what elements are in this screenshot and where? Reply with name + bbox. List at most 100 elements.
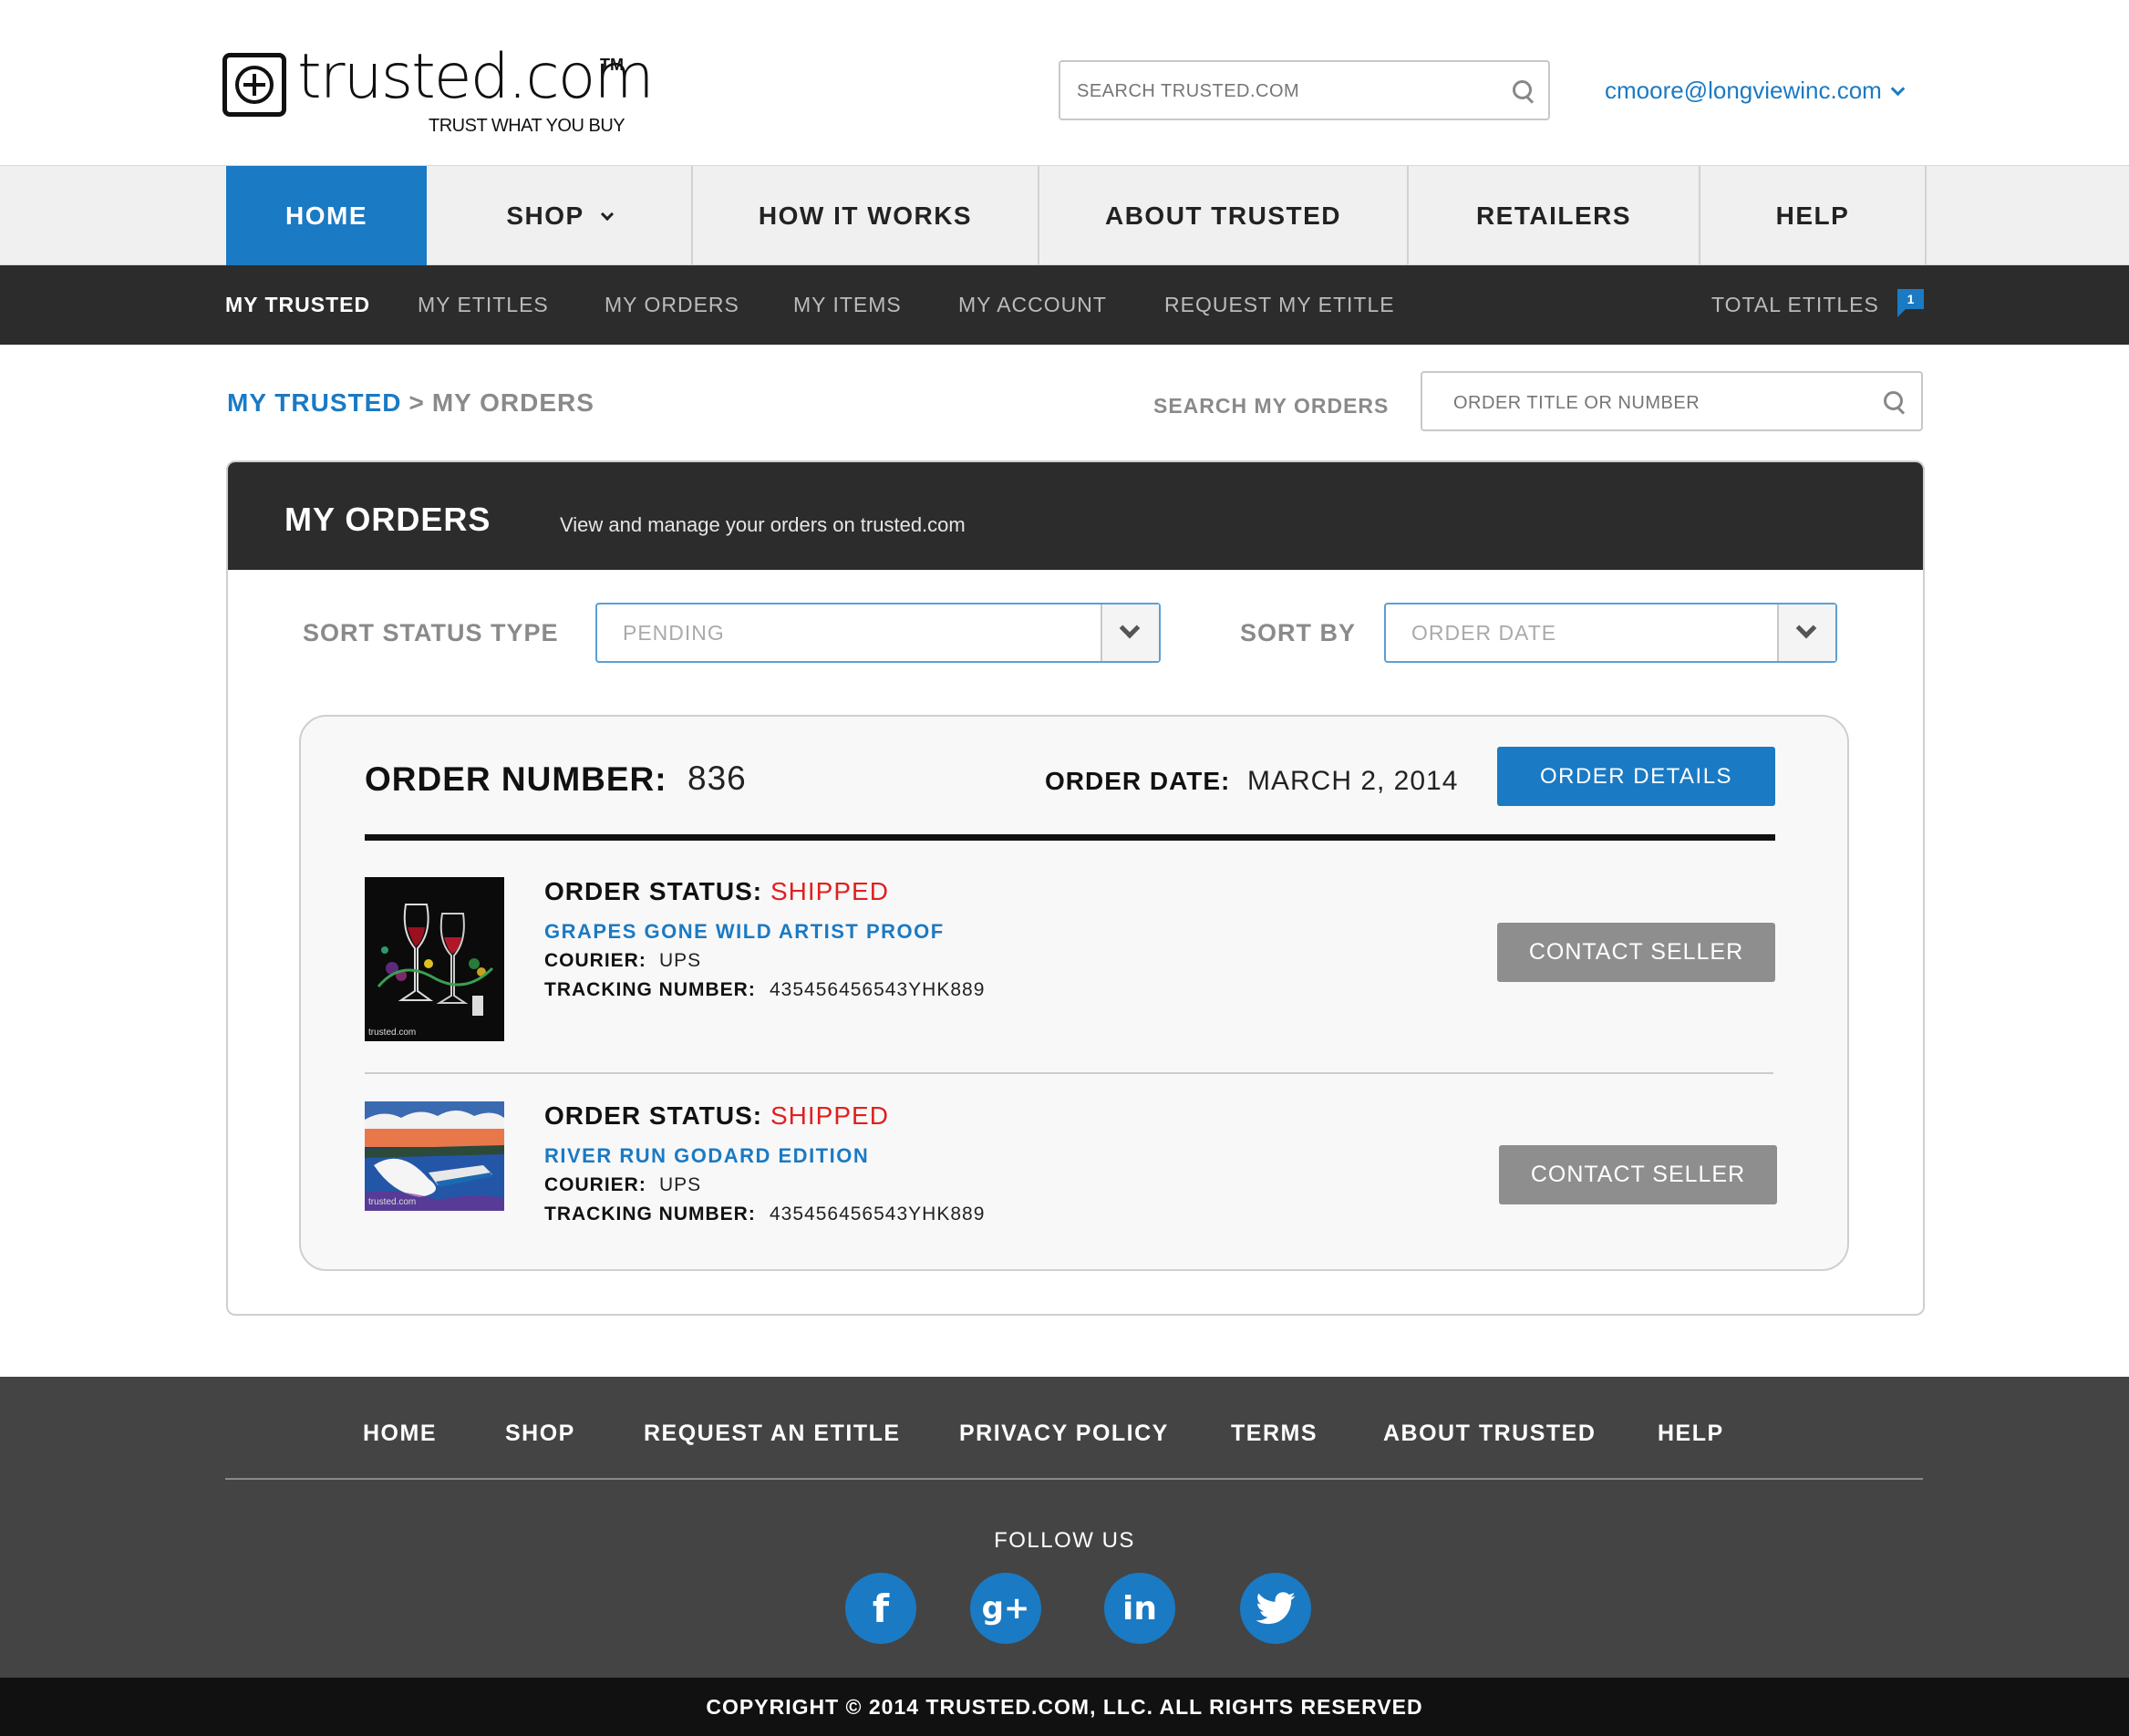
order-date-value: MARCH 2, 2014 xyxy=(1247,766,1459,796)
order-details-button[interactable]: ORDER DETAILS xyxy=(1497,747,1775,806)
sort-by-value: ORDER DATE xyxy=(1411,621,1557,645)
twitter-icon[interactable] xyxy=(1240,1573,1311,1644)
order-status-label: ORDER STATUS: xyxy=(544,1101,763,1130)
breadcrumb: MY TRUSTED > MY ORDERS xyxy=(227,388,594,418)
order-number-label: ORDER NUMBER: xyxy=(365,760,667,798)
site-header: trusted.com TM TRUST WHAT YOU BUY cmoore… xyxy=(0,0,2129,165)
subnav-my-trusted[interactable]: MY TRUSTED xyxy=(225,265,370,345)
breadcrumb-my-trusted[interactable]: MY TRUSTED xyxy=(227,388,402,417)
tracking-number-value: 435456456543YHK889 xyxy=(770,979,986,1000)
order-search-label: SEARCH MY ORDERS xyxy=(1153,394,1390,418)
footer-link-help[interactable]: HELP xyxy=(1658,1421,1724,1447)
sort-by-dropdown-button[interactable] xyxy=(1777,604,1835,661)
courier-value: UPS xyxy=(659,950,702,971)
page-title: MY ORDERS xyxy=(284,501,491,538)
sort-by-label: SORT BY xyxy=(1240,619,1357,646)
search-icon[interactable] xyxy=(1884,391,1907,415)
item-title-link[interactable]: GRAPES GONE WILD ARTIST PROOF xyxy=(544,920,945,944)
item-title-link[interactable]: RIVER RUN GODARD EDITION xyxy=(544,1144,869,1168)
logo-mark-icon xyxy=(222,53,286,117)
order-search xyxy=(1421,371,1923,431)
nav-home[interactable]: HOME xyxy=(226,166,427,266)
courier-label: COURIER: xyxy=(544,950,646,971)
tracking-number-label: TRACKING NUMBER: xyxy=(544,979,756,1000)
tracking-number-value: 435456456543YHK889 xyxy=(770,1204,986,1224)
main-navigation: HOME SHOP HOW IT WORKS ABOUT TRUSTED RET… xyxy=(0,165,2129,266)
subnav-my-items[interactable]: MY ITEMS xyxy=(793,265,902,345)
chevron-down-icon xyxy=(600,207,614,222)
footer-divider xyxy=(225,1478,1923,1480)
logo-trademark: TM xyxy=(600,56,624,74)
order-status-value: SHIPPED xyxy=(770,877,889,905)
account-sub-navigation: MY TRUSTED MY ETITLES MY ORDERS MY ITEMS… xyxy=(0,265,2129,345)
site-search xyxy=(1059,60,1550,120)
copyright-bar: COPYRIGHT © 2014 TRUSTED.COM, LLC. ALL R… xyxy=(0,1678,2129,1736)
nav-help-label: HELP xyxy=(1775,202,1850,230)
breadcrumb-current: MY ORDERS xyxy=(431,388,594,417)
order-item: trusted.com ORDER STATUS: SHIPPED GRAPES… xyxy=(365,877,1787,1041)
boat-art-image xyxy=(365,1101,504,1211)
nav-retailers[interactable]: RETAILERS xyxy=(1409,166,1700,266)
subnav-my-account[interactable]: MY ACCOUNT xyxy=(958,265,1107,345)
chevron-down-icon xyxy=(1795,617,1817,639)
courier-value: UPS xyxy=(659,1174,702,1195)
search-icon[interactable] xyxy=(1513,80,1536,104)
order-header-divider xyxy=(365,834,1775,841)
thumbnail-watermark: trusted.com xyxy=(368,1197,417,1207)
user-email: cmoore@longviewinc.com xyxy=(1605,77,1882,104)
footer-link-home[interactable]: HOME xyxy=(363,1421,437,1447)
subnav-my-etitles[interactable]: MY ETITLES xyxy=(418,265,549,345)
breadcrumb-separator: > xyxy=(408,388,425,417)
order-date-label: ORDER DATE: xyxy=(1045,767,1231,795)
contact-seller-button[interactable]: CONTACT SELLER xyxy=(1497,923,1775,982)
logo-wordmark: trusted.com xyxy=(297,41,655,113)
follow-us-label: FOLLOW US xyxy=(994,1528,1135,1553)
chevron-down-icon xyxy=(1890,81,1906,97)
twitter-bird-glyph xyxy=(1256,1592,1296,1625)
nav-how-it-works[interactable]: HOW IT WORKS xyxy=(693,166,1039,266)
site-search-input[interactable] xyxy=(1077,75,1478,108)
footer-link-terms[interactable]: TERMS xyxy=(1231,1421,1318,1447)
total-etitles-label[interactable]: TOTAL ETITLES xyxy=(1711,265,1879,345)
product-thumbnail[interactable]: trusted.com xyxy=(365,877,504,1041)
tracking-number-label: TRACKING NUMBER: xyxy=(544,1204,756,1224)
google-plus-icon[interactable]: g+ xyxy=(970,1573,1041,1644)
sort-by-select[interactable]: ORDER DATE xyxy=(1384,603,1837,663)
nav-about-trusted-label: ABOUT TRUSTED xyxy=(1104,202,1342,230)
nav-about-trusted[interactable]: ABOUT TRUSTED xyxy=(1039,166,1409,266)
trusted-logo[interactable]: trusted.com TM TRUST WHAT YOU BUY xyxy=(222,41,655,141)
my-orders-panel: MY ORDERS View and manage your orders on… xyxy=(226,460,1925,1316)
footer-link-privacy-policy[interactable]: PRIVACY POLICY xyxy=(959,1421,1169,1447)
courier-label: COURIER: xyxy=(544,1174,646,1195)
order-status-label: ORDER STATUS: xyxy=(544,877,763,905)
page-subtitle: View and manage your orders on trusted.c… xyxy=(560,513,966,536)
footer-link-about-trusted[interactable]: ABOUT TRUSTED xyxy=(1383,1421,1596,1447)
product-thumbnail[interactable]: trusted.com xyxy=(365,1101,504,1211)
item-divider xyxy=(365,1072,1773,1074)
chevron-down-icon xyxy=(1119,617,1141,639)
user-account-menu[interactable]: cmoore@longviewinc.com xyxy=(1605,77,1906,105)
footer-link-request-etitle[interactable]: REQUEST AN ETITLE xyxy=(644,1421,901,1447)
nav-how-it-works-label: HOW IT WORKS xyxy=(758,202,973,230)
nav-help[interactable]: HELP xyxy=(1700,166,1927,266)
logo-tagline: TRUST WHAT YOU BUY xyxy=(429,116,625,136)
subnav-request-my-etitle[interactable]: REQUEST MY ETITLE xyxy=(1164,265,1395,345)
nav-shop[interactable]: SHOP xyxy=(427,166,693,266)
sort-status-select[interactable]: PENDING xyxy=(595,603,1161,663)
sort-status-label: SORT STATUS TYPE xyxy=(303,619,559,646)
order-search-input[interactable] xyxy=(1453,387,1855,419)
nav-shop-label: SHOP xyxy=(506,202,584,230)
linkedin-icon[interactable]: in xyxy=(1104,1573,1175,1644)
footer-link-shop[interactable]: SHOP xyxy=(505,1421,575,1447)
order-number-value: 836 xyxy=(687,760,747,797)
wine-art-image xyxy=(365,877,504,1041)
order-status-value: SHIPPED xyxy=(770,1101,889,1130)
order-item: trusted.com ORDER STATUS: SHIPPED RIVER … xyxy=(365,1101,1787,1266)
sort-status-value: PENDING xyxy=(623,621,725,645)
sort-status-dropdown-button[interactable] xyxy=(1101,604,1159,661)
thumbnail-watermark: trusted.com xyxy=(368,1028,417,1038)
order-card: ORDER NUMBER: 836 ORDER DATE: MARCH 2, 2… xyxy=(299,715,1849,1271)
contact-seller-button[interactable]: CONTACT SELLER xyxy=(1499,1145,1777,1204)
subnav-my-orders[interactable]: MY ORDERS xyxy=(605,265,739,345)
facebook-icon[interactable]: f xyxy=(845,1573,916,1644)
